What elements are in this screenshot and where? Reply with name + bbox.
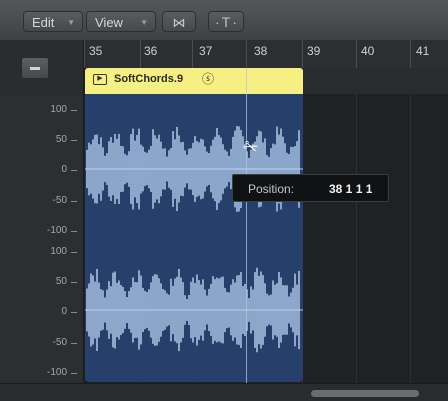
- scale-tick: [71, 373, 77, 374]
- bar-number: 38: [254, 44, 268, 58]
- scale-tick: [71, 110, 77, 111]
- playhead[interactable]: [246, 68, 247, 386]
- bar-tick: [302, 40, 303, 68]
- audio-region[interactable]: [85, 94, 303, 382]
- scale-label: -100: [46, 225, 67, 236]
- edit-menu-label: Edit: [32, 15, 55, 30]
- grid-line: [356, 94, 357, 383]
- view-menu-label: View: [95, 15, 123, 30]
- bar-number: 37: [199, 44, 213, 58]
- flex-tool-button[interactable]: ·Ｔ·: [208, 11, 244, 32]
- bar-ruler[interactable]: 35 36 37 38 39 40 41: [84, 40, 448, 69]
- catch-button[interactable]: ⋈: [162, 11, 196, 32]
- scale-tick: [71, 282, 77, 283]
- scale-tick: [71, 252, 77, 253]
- chevron-down-icon: ▼: [67, 18, 75, 27]
- audio-editor: Edit ▼ View ▼ ⋈ ·Ｔ· ▬ 35 36 37 38 39 40 …: [0, 0, 448, 401]
- scale-label: 50: [55, 276, 67, 287]
- bar-tick: [140, 40, 141, 68]
- loop-icon: ⓢ: [202, 72, 215, 86]
- scale-label: 0: [61, 306, 67, 317]
- empty-track-area: [303, 68, 448, 94]
- scale-label: -50: [52, 337, 67, 348]
- scale-label: -100: [46, 367, 67, 378]
- editor-toolbar: Edit ▼ View ▼ ⋈ ·Ｔ·: [0, 0, 448, 41]
- scale-tick: [71, 201, 77, 202]
- menu-icon: ▬: [30, 62, 40, 73]
- chevron-down-icon: ▼: [140, 18, 148, 27]
- region-name: SoftChords.9: [114, 73, 184, 85]
- scale-tick: [71, 343, 77, 344]
- bar-number: 36: [144, 44, 158, 58]
- bar-tick: [410, 40, 411, 68]
- bar-tick: [356, 40, 357, 68]
- tooltip-value: 38 1 1 1: [329, 182, 373, 196]
- grid-line: [410, 94, 411, 383]
- scale-label: 100: [50, 246, 67, 257]
- scale-label: 0: [61, 164, 67, 175]
- bar-number: 41: [416, 44, 430, 58]
- local-menu-button[interactable]: ▬: [21, 57, 49, 79]
- bar-number: 39: [307, 44, 321, 58]
- scale-tick: [71, 231, 77, 232]
- bar-tick: [192, 40, 193, 68]
- tooltip-label: Position:: [248, 182, 295, 196]
- bowtie-icon: ⋈: [172, 15, 186, 30]
- scrollbar-thumb[interactable]: [311, 390, 419, 397]
- scale-tick: [71, 312, 77, 313]
- flex-tool-icon: ·Ｔ·: [215, 15, 237, 30]
- waveform: [85, 125, 303, 353]
- bar-number: 35: [89, 44, 103, 58]
- bar-number: 40: [361, 44, 375, 58]
- bar-tick: [84, 40, 85, 68]
- amplitude-scale: 100 50 0 -50 -100 100 50 0 -50 -100: [0, 96, 84, 383]
- position-tooltip: Position: 38 1 1 1: [232, 174, 389, 202]
- scale-tick: [71, 170, 77, 171]
- audio-file-icon: ▶: [93, 74, 107, 85]
- audio-region-header[interactable]: ▶ SoftChords.9 ⓢ: [85, 68, 303, 94]
- view-menu-button[interactable]: View ▼: [86, 11, 156, 32]
- scale-label: 50: [55, 134, 67, 145]
- scale-label: 100: [50, 104, 67, 115]
- bar-tick: [246, 40, 247, 68]
- edit-menu-button[interactable]: Edit ▼: [23, 11, 83, 32]
- scale-tick: [71, 140, 77, 141]
- scale-label: -50: [52, 195, 67, 206]
